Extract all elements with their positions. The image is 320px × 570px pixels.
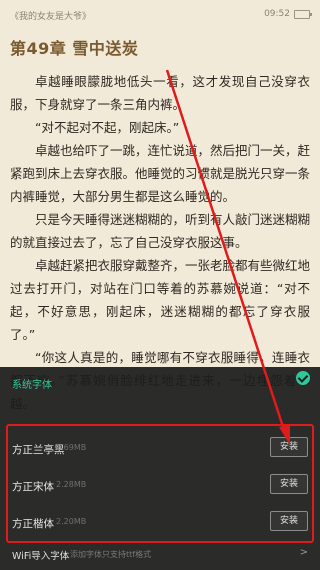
system-fonts-title: 系统字体 [12,380,52,391]
book-title: 《我的女友是大爷》 [10,12,92,22]
reading-content[interactable]: 卓越睡眼朦胧地低头一看，这才发现自己没穿衣服，下身就穿了一条三角内裤。 “对不起… [10,70,310,415]
chapter-title: 第49章 雪中送炭 [10,39,139,58]
wifi-import-row[interactable]: WiFi导入字体 添加字体只支持ttf格式 > [0,542,320,566]
paragraph: 卓越赶紧把衣服穿戴整齐，一张老脸都有些微红地过去打开门，对站在门口等着的苏慕婉说… [10,258,311,342]
annotation-highlight-box [6,424,314,543]
paragraph: 卓越也给吓了一跳，连忙说道，然后把门一关，赶紧跑到床上去穿衣服。他睡觉的习惯就是… [10,143,311,204]
paragraph: 卓越睡眼朦胧地低头一看，这才发现自己没穿衣服，下身就穿了一条三角内裤。 [10,74,310,112]
clock: 09:52 [264,9,290,19]
chevron-right-icon: > [299,547,308,558]
wifi-import-hint: 添加字体只支持ttf格式 [70,550,152,559]
paragraph: “对不起对不起，刚起床。” [35,120,180,135]
status-bar: 《我的女友是大爷》 09:52 [0,0,320,26]
selected-check-icon[interactable] [296,371,310,385]
wifi-import-label: WiFi导入字体 [12,551,70,562]
paragraph: 只是今天睡得迷迷糊糊的，听到有人敲门迷迷糊糊的就直接过去了，忘了自己没穿衣服这事… [10,212,311,250]
battery-icon [294,10,312,19]
